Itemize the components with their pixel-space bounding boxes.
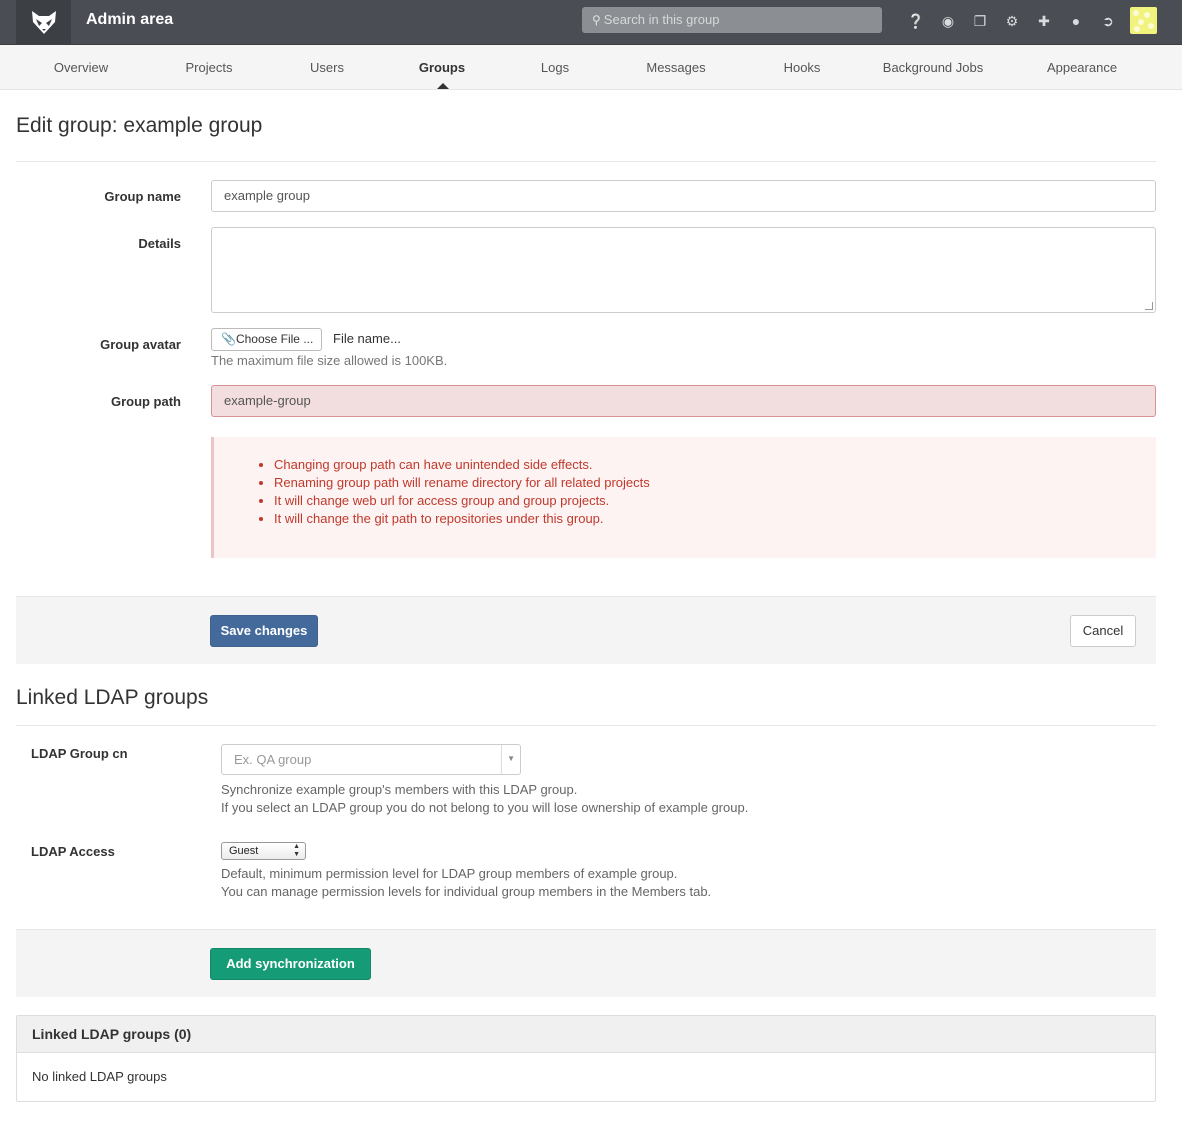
tab-users[interactable]: Users <box>310 45 344 90</box>
choose-file-button[interactable]: 📎Choose File ... <box>211 328 322 351</box>
ldap-cn-help-1: Synchronize example group's members with… <box>221 782 578 797</box>
warning-item: It will change web url for access group … <box>274 492 650 510</box>
ldap-cn-label: LDAP Group cn <box>31 746 128 761</box>
resize-handle-icon[interactable] <box>1145 302 1153 310</box>
gears-icon[interactable]: ⚙ <box>996 10 1028 32</box>
ldap-group-select[interactable]: Ex. QA group ▼ <box>221 744 521 775</box>
select-divider <box>501 745 502 774</box>
logout-icon[interactable]: ➲ <box>1092 10 1124 32</box>
linked-ldap-panel: Linked LDAP groups (0) No linked LDAP gr… <box>16 1015 1156 1102</box>
ldap-access-help-1: Default, minimum permission level for LD… <box>221 866 678 881</box>
help-icon[interactable]: ❔ <box>900 10 932 32</box>
top-header: Admin area ⚲ Search in this group ❔ ◉ ❐ ⚙… <box>0 0 1182 45</box>
search-input[interactable]: ⚲ Search in this group <box>582 7 882 33</box>
tab-messages[interactable]: Messages <box>646 45 705 90</box>
warning-item: Renaming group path will rename director… <box>274 474 650 492</box>
ldap-group-placeholder: Ex. QA group <box>234 752 312 767</box>
tab-background-jobs[interactable]: Background Jobs <box>883 45 983 90</box>
globe-icon[interactable]: ◉ <box>932 10 964 32</box>
group-path-label: Group path <box>110 394 181 409</box>
warning-list: Changing group path can have unintended … <box>274 456 650 528</box>
save-changes-button[interactable]: Save changes <box>210 615 318 647</box>
admin-nav: Overview Projects Users Groups Logs Mess… <box>0 45 1182 90</box>
paperclip-icon: 📎 <box>221 332 236 346</box>
group-path-input[interactable]: example-group <box>211 385 1156 417</box>
search-icon: ⚲ <box>592 13 601 27</box>
ldap-access-value: Guest <box>229 845 259 857</box>
choose-file-label: Choose File ... <box>235 332 314 346</box>
active-tab-caret <box>437 83 449 89</box>
chevron-down-icon: ▼ <box>507 754 515 763</box>
warning-item: Changing group path can have unintended … <box>274 456 650 474</box>
details-textarea[interactable] <box>211 227 1156 313</box>
form-actions: Save changes Cancel <box>16 596 1156 664</box>
copy-icon[interactable]: ❐ <box>964 10 996 32</box>
ldap-access-label: LDAP Access <box>31 844 115 859</box>
ldap-cn-help-2: If you select an LDAP group you do not b… <box>221 800 749 815</box>
ldap-form-actions: Add synchronization <box>16 929 1156 997</box>
tab-projects[interactable]: Projects <box>186 45 233 90</box>
plus-icon[interactable]: ✚ <box>1028 10 1060 32</box>
page-title: Edit group: example group <box>16 114 263 137</box>
file-name-text: File name... <box>333 331 401 346</box>
divider <box>16 725 1156 726</box>
panel-empty-text: No linked LDAP groups <box>32 1069 167 1084</box>
tab-logs[interactable]: Logs <box>541 45 569 90</box>
path-change-warning: Changing group path can have unintended … <box>211 437 1156 558</box>
search-placeholder: Search in this group <box>603 12 720 27</box>
tab-hooks[interactable]: Hooks <box>784 45 821 90</box>
warning-item: It will change the git path to repositor… <box>274 510 650 528</box>
divider <box>16 161 1156 162</box>
tab-overview[interactable]: Overview <box>54 45 108 90</box>
ldap-access-help-2: You can manage permission levels for ind… <box>221 884 712 899</box>
top-icon-bar: ❔ ◉ ❐ ⚙ ✚ ● ➲ <box>900 10 1124 32</box>
gitlab-logo-icon[interactable] <box>16 0 71 44</box>
group-avatar-label: Group avatar <box>100 337 181 352</box>
user-avatar[interactable] <box>1130 7 1157 34</box>
details-label: Details <box>138 236 181 251</box>
ldap-access-select[interactable]: Guest ▲ ▼ <box>221 842 306 860</box>
file-size-help: The maximum file size allowed is 100KB. <box>211 353 448 368</box>
app-title[interactable]: Admin area <box>86 11 173 29</box>
group-name-label: Group name <box>104 189 181 204</box>
add-synchronization-button[interactable]: Add synchronization <box>210 948 371 980</box>
tab-appearance[interactable]: Appearance <box>1047 45 1117 90</box>
user-icon[interactable]: ● <box>1060 10 1092 32</box>
panel-heading: Linked LDAP groups (0) <box>17 1016 1155 1053</box>
updown-arrows-icon: ▲ ▼ <box>293 843 300 858</box>
ldap-section-title: Linked LDAP groups <box>16 686 209 709</box>
group-name-input[interactable]: example group <box>211 180 1156 212</box>
cancel-button[interactable]: Cancel <box>1070 615 1136 647</box>
